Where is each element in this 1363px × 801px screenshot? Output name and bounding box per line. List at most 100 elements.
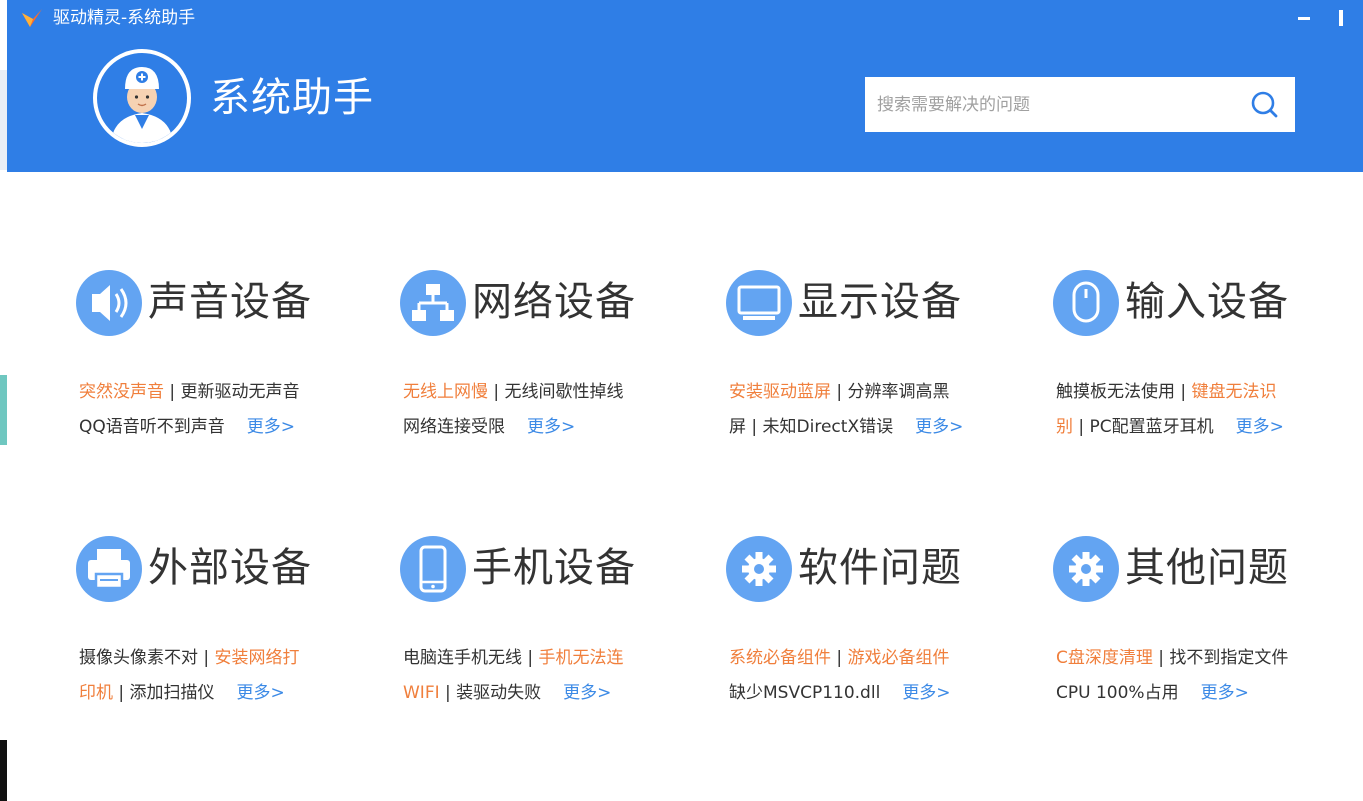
category-card: 输入设备触摸板无法使用 | 键盘无法识别 | PC配置蓝牙耳机 更多> [1053, 270, 1353, 460]
close-button[interactable] [1329, 4, 1357, 32]
issue-link[interactable]: C盘深度清理 [1056, 648, 1153, 668]
issue-link[interactable]: 添加扫描仪 [130, 683, 215, 703]
issue-link[interactable]: 游戏必备组件 [848, 648, 950, 668]
link-line: 印机 | 添加扫描仪 更多> [79, 676, 341, 711]
issue-link[interactable]: 别 [1056, 417, 1073, 437]
issue-link[interactable]: 缺少MSVCP110.dll [729, 683, 880, 703]
category-card: 显示设备安装驱动蓝屏 | 分辨率调高黑屏 | 未知DirectX错误 更多> [726, 270, 1026, 460]
issue-link[interactable]: 找不到指定文件 [1169, 648, 1288, 668]
search-input[interactable] [865, 77, 1235, 132]
issue-link[interactable]: 无线间歇性掉线 [505, 382, 624, 402]
link-line: 安装驱动蓝屏 | 分辨率调高黑 [729, 375, 991, 410]
issue-link[interactable]: 屏 [729, 417, 746, 437]
minimize-button[interactable] [1290, 4, 1318, 32]
mouse-icon[interactable] [1053, 270, 1119, 336]
more-link[interactable]: 更多> [527, 410, 575, 445]
phone-icon[interactable] [400, 536, 466, 602]
link-line: 别 | PC配置蓝牙耳机 更多> [1056, 410, 1318, 445]
issue-link[interactable]: 无线上网慢 [403, 382, 488, 402]
issue-link[interactable]: 安装网络打 [215, 648, 300, 668]
issue-link[interactable]: 网络连接受限 [403, 417, 505, 437]
link-line: 突然没声音 | 更新驱动无声音 [79, 375, 341, 410]
issue-link[interactable]: WIFI [403, 683, 440, 703]
issue-link[interactable]: 手机无法连 [539, 648, 624, 668]
link-separator: | [113, 683, 130, 703]
background-edge-segment [0, 375, 7, 445]
more-link[interactable]: 更多> [1201, 676, 1249, 711]
more-link[interactable]: 更多> [1236, 410, 1284, 445]
monitor-icon[interactable] [726, 270, 792, 336]
gear-icon[interactable] [726, 536, 792, 602]
link-line: 触摸板无法使用 | 键盘无法识 [1056, 375, 1318, 410]
category-title[interactable]: 软件问题 [798, 542, 962, 594]
issue-link[interactable]: 装驱动失败 [456, 683, 541, 703]
doctor-avatar-icon [93, 49, 191, 147]
link-line: 系统必备组件 | 游戏必备组件 [729, 641, 991, 676]
more-link[interactable]: 更多> [902, 676, 950, 711]
link-line: 电脑连手机无线 | 手机无法连 [403, 641, 665, 676]
category-links: 触摸板无法使用 | 键盘无法识别 | PC配置蓝牙耳机 更多> [1056, 375, 1318, 445]
category-title[interactable]: 其他问题 [1125, 542, 1289, 594]
gear-icon[interactable] [1053, 536, 1119, 602]
link-separator: | [746, 417, 763, 437]
brand-title: 系统助手 [210, 75, 374, 121]
background-edge-segment [0, 740, 7, 801]
link-line: 屏 | 未知DirectX错误 更多> [729, 410, 991, 445]
category-title[interactable]: 手机设备 [472, 542, 636, 594]
category-title[interactable]: 外部设备 [148, 542, 312, 594]
link-separator: | [831, 382, 848, 402]
category-links: 无线上网慢 | 无线间歇性掉线 网络连接受限 更多> [403, 375, 665, 445]
category-links: 电脑连手机无线 | 手机无法连 WIFI | 装驱动失败 更多> [403, 641, 665, 711]
link-separator: | [488, 382, 505, 402]
link-line: QQ语音听不到声音 更多> [79, 410, 341, 445]
background-window-edge [0, 0, 7, 801]
link-line: 网络连接受限 更多> [403, 410, 665, 445]
more-link[interactable]: 更多> [563, 676, 611, 711]
title-bar[interactable]: 驱动精灵-系统助手 [7, 0, 1363, 36]
printer-icon[interactable] [76, 536, 142, 602]
issue-link[interactable]: 突然没声音 [79, 382, 164, 402]
category-card: 外部设备摄像头像素不对 | 安装网络打印机 | 添加扫描仪 更多> [76, 536, 376, 726]
link-line: CPU 100%占用 更多> [1056, 676, 1318, 711]
link-line: C盘深度清理 | 找不到指定文件 [1056, 641, 1318, 676]
issue-link[interactable]: QQ语音听不到声音 [79, 417, 225, 437]
link-line: WIFI | 装驱动失败 更多> [403, 676, 665, 711]
link-separator: | [198, 648, 215, 668]
category-title[interactable]: 声音设备 [148, 276, 312, 328]
category-card: 手机设备电脑连手机无线 | 手机无法连 WIFI | 装驱动失败 更多> [400, 536, 700, 726]
search-box [865, 77, 1295, 132]
link-separator: | [831, 648, 848, 668]
issue-link[interactable]: PC配置蓝牙耳机 [1090, 417, 1214, 437]
category-links: 摄像头像素不对 | 安装网络打印机 | 添加扫描仪 更多> [79, 641, 341, 711]
header-banner: 驱动精灵-系统助手 系统助手 [7, 0, 1363, 172]
category-card: 其他问题 C盘深度清理 | 找不到指定文件 CPU 100%占用 更多> [1053, 536, 1353, 726]
issue-link[interactable]: 更新驱动无声音 [181, 382, 300, 402]
link-line: 无线上网慢 | 无线间歇性掉线 [403, 375, 665, 410]
network-icon[interactable] [400, 270, 466, 336]
issue-link[interactable]: 键盘无法识 [1192, 382, 1277, 402]
search-icon[interactable] [1245, 87, 1285, 122]
speaker-icon[interactable] [76, 270, 142, 336]
issue-link[interactable]: 电脑连手机无线 [403, 648, 522, 668]
issue-link[interactable]: CPU 100%占用 [1056, 683, 1179, 703]
category-title[interactable]: 显示设备 [798, 276, 962, 328]
issue-link[interactable]: 触摸板无法使用 [1056, 382, 1175, 402]
more-link[interactable]: 更多> [247, 410, 295, 445]
link-separator: | [1073, 417, 1090, 437]
app-logo-icon [22, 9, 42, 27]
category-title[interactable]: 网络设备 [472, 276, 636, 328]
more-link[interactable]: 更多> [237, 676, 285, 711]
issue-link[interactable]: 摄像头像素不对 [79, 648, 198, 668]
link-separator: | [1175, 382, 1192, 402]
link-separator: | [439, 683, 457, 703]
issue-link[interactable]: 印机 [79, 683, 113, 703]
category-card: 声音设备突然没声音 | 更新驱动无声音 QQ语音听不到声音 更多> [76, 270, 376, 460]
issue-link[interactable]: 系统必备组件 [729, 648, 831, 668]
issue-link[interactable]: 未知DirectX错误 [763, 417, 894, 437]
link-separator: | [522, 648, 539, 668]
link-separator: | [164, 382, 181, 402]
category-title[interactable]: 输入设备 [1125, 276, 1289, 328]
issue-link[interactable]: 安装驱动蓝屏 [729, 382, 831, 402]
issue-link[interactable]: 分辨率调高黑 [848, 382, 950, 402]
more-link[interactable]: 更多> [915, 410, 963, 445]
